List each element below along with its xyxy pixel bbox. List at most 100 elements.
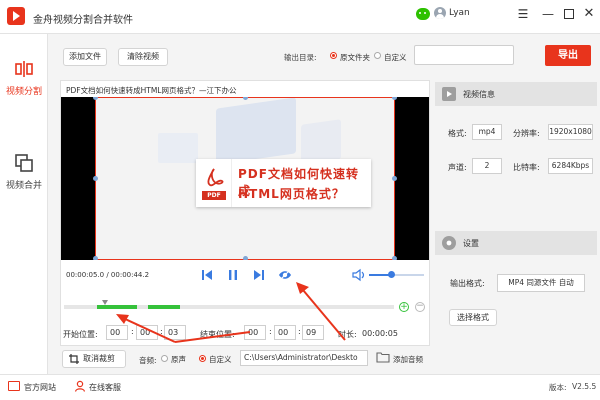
zoom-out-icon[interactable]: − [415,302,425,312]
crop-handle[interactable] [243,256,248,260]
online-service-link[interactable]: 在线客服 [89,382,121,393]
merge-icon [15,154,33,172]
resolution-value: 1920x1080 [548,124,593,140]
frame-decoration [216,97,296,165]
customer-service-icon[interactable] [74,380,86,392]
video-title: PDF文档如何快速转成HTML网页格式？—江下办公 [66,86,237,95]
cancel-crop-button[interactable]: 取消裁剪 [62,350,126,368]
add-file-button[interactable]: 添加文件 [63,48,107,66]
video-info-header: 视频信息 [435,82,597,106]
duration-value: 00:00:05 [362,329,398,338]
sidebar-item-label: 视频合并 [5,181,42,191]
end-second-input[interactable]: 09 [302,325,324,340]
frame-decoration [301,119,341,165]
video-preview[interactable]: PDF PDF文档如何快速转成 HTML网页格式？ [61,97,429,260]
crop-handle[interactable] [392,256,397,260]
radio-original-audio[interactable] [161,355,168,362]
start-minute-input[interactable]: 00 [136,325,158,340]
radio-source-folder-label[interactable]: 原文件夹 [340,52,370,63]
gear-icon [442,236,456,250]
timeline-playhead[interactable] [102,300,108,305]
channels-label: 声道: [448,163,467,172]
monitor-icon[interactable] [8,381,20,391]
time-separator: : [131,327,134,336]
radio-custom-folder-label[interactable]: 自定义 [384,52,407,63]
app-logo-icon [7,7,25,25]
audio-label: 音频: [139,356,157,365]
end-hour-input[interactable]: 00 [244,325,266,340]
output-path-input[interactable] [414,45,514,65]
end-minute-input[interactable]: 00 [274,325,296,340]
crop-handle[interactable] [392,176,397,181]
pause-icon[interactable] [226,268,240,282]
pdf-logo-area: PDF [196,159,232,207]
cancel-crop-label: 取消裁剪 [83,354,115,363]
format-value: mp4 [472,124,502,140]
volume-icon[interactable] [352,268,366,282]
radio-source-folder[interactable] [330,52,337,59]
resolution-label: 分辨率: [513,129,540,138]
pdf-logo-icon [204,167,224,189]
audio-path-input[interactable]: C:\Users\Administrator\Deskto [240,350,368,366]
select-format-button[interactable]: 选择格式 [449,309,497,326]
channels-value: 2 [472,158,502,174]
menu-icon[interactable]: ☰ [514,5,532,23]
folder-icon[interactable] [376,351,390,363]
radio-custom-audio-label[interactable]: 自定义 [209,354,232,365]
video-frame-content: PDF PDF文档如何快速转成 HTML网页格式？ [96,97,394,260]
duration-label: 时长: [338,330,357,339]
prev-frame-icon[interactable] [200,268,214,282]
split-icon [15,60,33,78]
crop-handle[interactable] [392,97,397,100]
output-format-label: 输出格式: [450,279,485,288]
sidebar-item-video-merge[interactable]: 视频合并 [0,134,48,204]
start-hour-input[interactable]: 00 [106,325,128,340]
time-separator: : [160,327,163,336]
timeline-segment[interactable] [97,305,137,309]
preview-eye-icon[interactable] [278,268,292,282]
video-info-icon [442,87,456,101]
playback-time: 00:00:05.0 / 00:00:44.2 [66,271,150,279]
settings-title: 设置 [463,239,479,248]
timeline-segment[interactable] [148,305,180,309]
zoom-in-icon[interactable]: + [399,302,409,312]
bitrate-value: 6284Kbps [548,158,593,174]
sidebar-item-video-split[interactable]: 视频分割 [0,40,48,110]
add-audio-button[interactable]: 添加音频 [393,354,423,365]
close-icon[interactable]: ✕ [580,5,598,23]
version-label: 版本: [549,383,567,392]
time-separator: : [269,327,272,336]
start-second-input[interactable]: 03 [164,325,186,340]
radio-custom-audio[interactable] [199,355,206,362]
crop-handle[interactable] [93,176,98,181]
radio-original-audio-label[interactable]: 原声 [171,354,186,365]
version-value: V2.5.5 [572,382,597,391]
settings-header: 设置 [435,231,597,255]
official-site-link[interactable]: 官方网站 [24,382,56,393]
crop-handle[interactable] [93,256,98,260]
sidebar-item-label: 视频分割 [5,87,42,97]
start-position-label: 开始位置: [63,330,98,339]
username[interactable]: Lyan [449,8,470,18]
crop-icon [69,354,79,364]
wechat-icon[interactable] [416,8,430,20]
next-frame-icon[interactable] [252,268,266,282]
end-position-label: 结束位置: [200,330,235,339]
pdf-tag: PDF [202,191,226,200]
output-dir-label: 输出目录: [284,53,317,62]
app-title: 金舟视频分割合并软件 [33,15,133,26]
frame-decoration [158,133,198,163]
avatar-icon[interactable] [434,7,446,19]
minimize-icon[interactable]: — [539,5,557,23]
output-format-value: MP4 同源文件 自动 [497,274,585,292]
pdf-title-card: PDF PDF文档如何快速转成 HTML网页格式？ [196,159,371,207]
clear-video-button[interactable]: 清除视频 [118,48,168,66]
bitrate-label: 比特率: [513,163,540,172]
export-button[interactable]: 导出 [545,45,591,66]
sidebar: 视频分割 视频合并 [0,34,48,374]
volume-slider-handle[interactable] [388,271,395,278]
radio-custom-folder[interactable] [374,52,381,59]
time-separator: : [298,327,301,336]
maximize-icon[interactable] [560,5,578,23]
video-info-title: 视频信息 [463,90,495,99]
